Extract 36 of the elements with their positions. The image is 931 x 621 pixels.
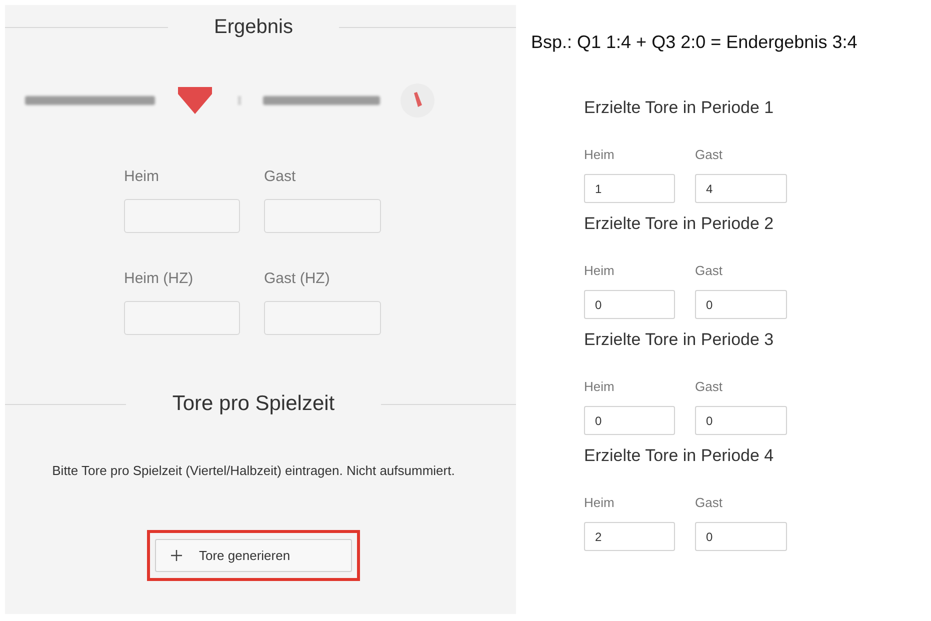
hint-text: Bitte Tore pro Spielzeit (Viertel/Halbzeit) eintragen. Nicht aufsummiert. [51,463,456,479]
input-field[interactable]: 0 [584,290,675,319]
input-field[interactable] [124,199,240,233]
period-title: Erzielte Tore in Periode 2 [584,213,775,235]
field-label: Heim [584,147,616,163]
generate-button[interactable]: Tore generieren [155,539,352,572]
field-label: Heim [124,167,160,187]
section-title: Ergebnis [214,15,293,39]
input-field[interactable]: 4 [695,174,787,203]
input-field[interactable]: 1 [584,174,675,203]
field-label: Gast [695,379,724,395]
plus-icon [171,550,182,561]
example-text: Bsp.: Q1 1:4 + Q3 2:0 = Endergebnis 3:4 [531,31,858,53]
round-emblem-icon [400,82,435,118]
field-label: Gast (HZ) [264,269,331,289]
field-label: Heim [584,379,616,395]
field-label: Gast [695,147,724,163]
input-field[interactable] [264,199,381,233]
period-title: Erzielte Tore in Periode 1 [584,97,775,119]
input-field[interactable]: 2 [584,522,675,551]
input-field[interactable]: 0 [695,290,787,319]
section-title: Tore pro Spielzeit [172,392,335,416]
input-field[interactable]: 0 [584,406,675,435]
input-field[interactable] [264,301,381,335]
field-label: Heim (HZ) [124,269,194,289]
field-label: Gast [695,263,724,279]
period-title: Erzielte Tore in Periode 4 [584,445,775,467]
period-title: Erzielte Tore in Periode 3 [584,329,775,351]
field-label: Gast [695,495,724,511]
input-field[interactable]: 0 [695,522,787,551]
input-field[interactable] [124,301,240,335]
input-field[interactable]: 0 [695,406,787,435]
shield-icon [177,85,213,115]
field-label: Heim [584,263,616,279]
field-label: Gast [264,167,297,187]
field-label: Heim [584,495,616,511]
